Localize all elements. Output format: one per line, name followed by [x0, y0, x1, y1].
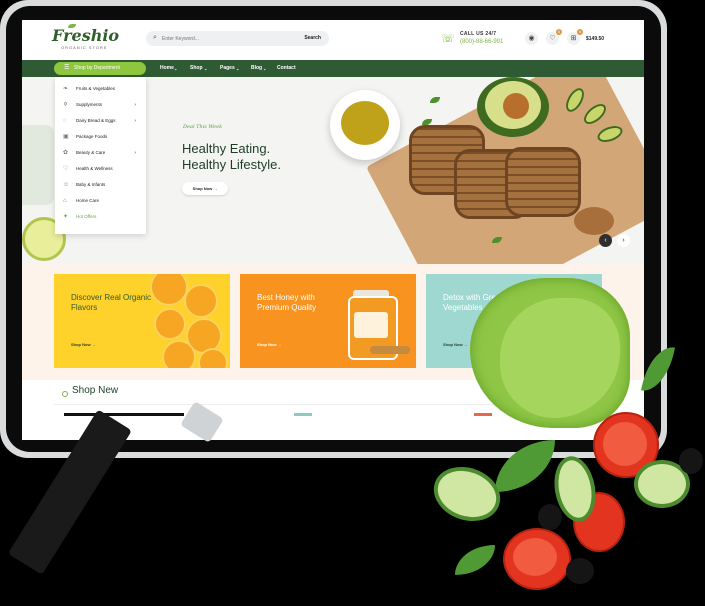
promo-banner-organic[interactable]: Discover Real Organic Flavors Shop Now → — [54, 274, 230, 368]
chevron-down-icon: ⌄ — [236, 66, 240, 71]
chevron-down-icon: ⌄ — [204, 66, 208, 71]
water-glass-image — [22, 125, 54, 205]
chevron-down-icon: ⌄ — [263, 66, 267, 71]
egg-icon: ◌ — [63, 118, 67, 124]
headset-icon: ☏ — [441, 33, 455, 45]
dept-item-package[interactable]: ▣ Package Foods — [55, 129, 146, 145]
nav-pages[interactable]: Pages — [220, 60, 235, 77]
nav-shop[interactable]: Shop — [190, 60, 203, 77]
call-number[interactable]: (800)-88-66-991 — [460, 39, 503, 45]
dept-item-beauty[interactable]: ✿ Beauty & Care › — [55, 145, 146, 161]
chevron-right-icon: › — [134, 150, 136, 156]
heart-icon: ♡ — [63, 166, 69, 172]
wishlist-count-badge: 0 — [556, 29, 562, 35]
fruit-icon: ❧ — [63, 86, 69, 92]
search-button[interactable]: Search — [304, 35, 321, 41]
main-nav: ☰ Shop by Department Home ⌄ Shop ⌄ Pages… — [22, 60, 644, 77]
section-dot-icon — [62, 391, 68, 397]
hero-title-line1: Healthy Eating. — [182, 141, 271, 156]
promo-title: Best Honey with Premium Quality — [257, 293, 317, 312]
dept-item-health[interactable]: ♡ Health & Wellness — [55, 161, 146, 177]
site-header: Freshio ORGANIC STORE ⌕ Search ☏ CALL US… — [22, 20, 644, 60]
department-button[interactable]: ☰ Shop by Department — [54, 62, 146, 75]
dept-item-fruits[interactable]: ❧ Fruits & Vegetables — [55, 81, 146, 97]
logo-subtitle: ORGANIC STORE — [61, 45, 108, 50]
promo-banner-honey[interactable]: Best Honey with Premium Quality Shop Now… — [240, 274, 416, 368]
bottle-icon: ⚱ — [63, 102, 69, 108]
herb-leaf-icon — [430, 97, 440, 103]
nav-contact[interactable]: Contact — [277, 60, 296, 77]
dept-item-supplyments[interactable]: ⚱ Supplyments › — [55, 97, 146, 113]
slider-next-arrow-icon[interactable]: › — [617, 234, 630, 247]
chevron-right-icon: › — [134, 102, 136, 108]
chevron-right-icon: › — [134, 118, 136, 124]
search-bar: ⌕ Search — [146, 31, 329, 46]
product-card-top — [474, 413, 492, 416]
dept-item-hot-offers[interactable]: ✦ Hot Offers — [55, 209, 146, 225]
account-icon[interactable]: ◉ — [525, 32, 538, 45]
site-logo[interactable]: Freshio — [52, 28, 119, 44]
nav-blog[interactable]: Blog — [251, 60, 262, 77]
olive-image — [538, 504, 562, 530]
wishlist-icon[interactable]: ♡ 0 — [546, 29, 562, 45]
product-card-top — [294, 413, 312, 416]
cart-total[interactable]: $149.50 — [586, 36, 604, 42]
fire-icon: ✦ — [63, 214, 69, 220]
honey-dipper-image — [370, 346, 410, 354]
hero-shop-now-button[interactable]: Shop Now → — [182, 182, 228, 195]
home-icon: ⌂ — [63, 198, 67, 204]
slider-prev-arrow-icon[interactable]: ‹ — [599, 234, 612, 247]
olive-image — [679, 448, 703, 474]
cucumber-slice-image — [426, 457, 508, 531]
olive-image — [566, 558, 594, 584]
baby-icon: ☺ — [63, 182, 70, 188]
search-input[interactable] — [162, 33, 292, 44]
menu-icon: ☰ — [64, 65, 70, 71]
department-menu: ❧ Fruits & Vegetables ⚱ Supplyments › ◌ … — [55, 77, 146, 234]
dept-item-dairy[interactable]: ◌ Dairy Bread & Eggs › — [55, 113, 146, 129]
hero-title-line2: Healthy Lifestyle. — [182, 157, 281, 172]
product-card-top — [64, 413, 184, 416]
cart-icon[interactable]: ⊞ 0 — [567, 29, 583, 45]
beauty-icon: ✿ — [63, 150, 69, 156]
call-label: CALL US 24/7 — [460, 31, 497, 37]
promo-shop-now[interactable]: Shop Now → — [71, 342, 96, 347]
basil-leaf-image — [455, 545, 495, 575]
promo-shop-now[interactable]: Shop Now → — [257, 342, 282, 347]
chevron-down-icon: ⌄ — [174, 66, 178, 71]
toast-image — [505, 147, 581, 217]
dept-item-baby[interactable]: ☺ Baby & Infants — [55, 177, 146, 193]
promo-shop-now[interactable]: Shop Now → — [443, 342, 468, 347]
department-label: Shop by Department — [74, 65, 120, 71]
olive-oil-image — [341, 101, 389, 145]
nav-home[interactable]: Home — [160, 60, 174, 77]
section-title: Shop New — [72, 385, 119, 396]
hero-tagline: Deal This Week — [183, 124, 223, 130]
spice-spoon-image — [574, 207, 614, 235]
cart-count-badge: 0 — [577, 29, 583, 35]
search-icon: ⌕ — [153, 34, 157, 41]
promo-title: Discover Real Organic Flavors — [71, 293, 152, 312]
dept-item-homecare[interactable]: ⌂ Home Care — [55, 193, 146, 209]
package-icon: ▣ — [63, 134, 69, 140]
